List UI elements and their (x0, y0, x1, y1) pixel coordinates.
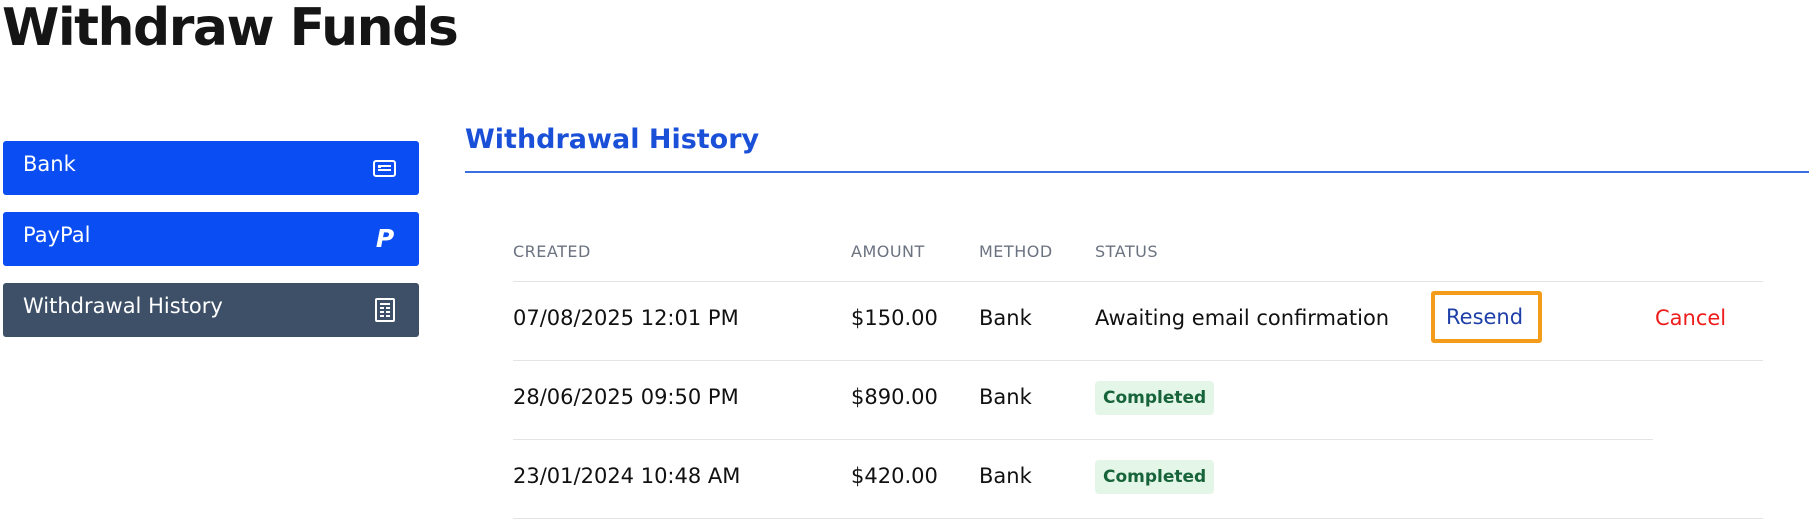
created-cell: 23/01/2024 10:48 AM (513, 464, 741, 488)
amount-cell: $420.00 (851, 464, 938, 488)
sidebar-item-paypal[interactable]: PayPal P (3, 212, 419, 266)
section-divider (465, 171, 1809, 173)
table-header: CREATED AMOUNT METHOD STATUS (513, 220, 1763, 282)
column-header-created: CREATED (513, 242, 591, 261)
sidebar-item-label: Bank (23, 152, 76, 176)
receipt-icon (371, 296, 399, 324)
table-row: 23/01/2024 10:48 AM $420.00 Bank Complet… (513, 440, 1763, 519)
status-badge: Completed (1095, 460, 1215, 494)
sidebar-item-label: PayPal (23, 223, 91, 247)
page-title: Withdraw Funds (2, 0, 459, 58)
column-header-amount: AMOUNT (851, 242, 925, 261)
method-cell: Bank (979, 464, 1032, 488)
sidebar: Bank PayPal P Withdrawal History (3, 141, 419, 354)
amount-cell: $890.00 (851, 385, 938, 409)
section-title: Withdrawal History (465, 124, 760, 155)
resend-button[interactable]: Resend (1431, 291, 1542, 343)
status-badge: Completed (1095, 381, 1215, 415)
bank-card-icon (371, 154, 399, 182)
amount-cell: $150.00 (851, 306, 938, 330)
method-cell: Bank (979, 306, 1032, 330)
method-cell: Bank (979, 385, 1032, 409)
sidebar-item-label: Withdrawal History (23, 294, 223, 318)
withdrawal-table: CREATED AMOUNT METHOD STATUS 07/08/2025 … (513, 220, 1763, 519)
sidebar-item-withdrawal-history[interactable]: Withdrawal History (3, 283, 419, 337)
column-header-method: METHOD (979, 242, 1053, 261)
table-row: 07/08/2025 12:01 PM $150.00 Bank Awaitin… (513, 282, 1763, 361)
created-cell: 07/08/2025 12:01 PM (513, 306, 739, 330)
main-content: Withdrawal History CREATED AMOUNT METHOD… (465, 120, 1809, 519)
status-text: Awaiting email confirmation (1095, 306, 1390, 330)
column-header-status: STATUS (1095, 242, 1159, 261)
created-cell: 28/06/2025 09:50 PM (513, 385, 739, 409)
table-row: 28/06/2025 09:50 PM $890.00 Bank Complet… (513, 361, 1763, 440)
paypal-icon: P (375, 224, 395, 253)
sidebar-item-bank[interactable]: Bank (3, 141, 419, 195)
cancel-button[interactable]: Cancel (1655, 306, 1726, 330)
